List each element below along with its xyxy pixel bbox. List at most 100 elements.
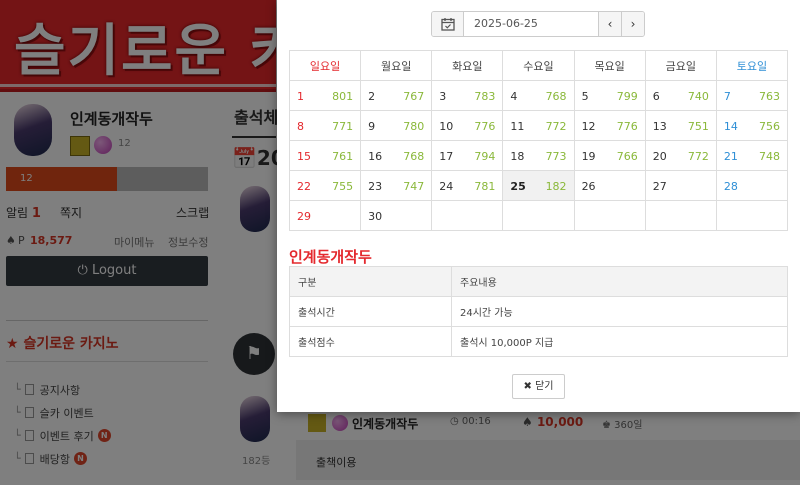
day-number: 14: [723, 120, 738, 133]
attendance-count: 747: [403, 180, 425, 193]
calendar-week-row: 22 755 23 747 24 781 25 182 26 27 28: [288, 170, 789, 201]
attendance-calendar: 일요일 월요일 화요일 수요일 목요일 금요일 토요일 1 801 2 767 3 783 4 768 5 7…: [288, 50, 789, 231]
calendar-day-cell[interactable]: 27: [644, 170, 717, 201]
calendar-day-cell[interactable]: 19 766: [573, 140, 646, 171]
calendar-day-cell[interactable]: 3 783: [431, 80, 504, 111]
attendance-count: 768: [403, 150, 425, 163]
day-number: 3: [439, 90, 447, 103]
close-icon: ✖: [523, 381, 532, 392]
calendar-day-cell[interactable]: 24 781: [431, 170, 504, 201]
next-month-button[interactable]: ›: [621, 12, 644, 36]
calendar-day-cell[interactable]: 28: [715, 170, 789, 201]
calendar-day-cell[interactable]: 12 776: [573, 110, 646, 141]
calendar-day-cell: [644, 200, 717, 231]
day-number: 30: [368, 210, 383, 223]
attendance-count: 756: [759, 120, 780, 133]
day-number: 12: [581, 120, 596, 133]
calendar-day-cell: [573, 200, 646, 231]
calendar-day-cell: [431, 200, 504, 231]
info-cell: 출석시간: [289, 296, 452, 327]
day-number: 26: [581, 180, 596, 193]
close-label: 닫기: [535, 381, 554, 392]
day-number: 7: [723, 90, 731, 103]
attendance-count: 773: [545, 150, 567, 163]
weekday-header: 일요일: [288, 50, 362, 81]
info-cell: 출석점수: [289, 326, 452, 357]
calendar-day-cell[interactable]: 2 767: [360, 80, 433, 111]
day-number: 27: [652, 180, 667, 193]
calendar-day-cell[interactable]: 1 801: [288, 80, 362, 111]
day-number: 19: [581, 150, 596, 163]
day-number: 4: [510, 90, 518, 103]
attendance-count: 740: [687, 90, 709, 103]
calendar-day-cell[interactable]: 14 756: [715, 110, 789, 141]
attendance-count: 801: [332, 90, 354, 103]
calendar-icon[interactable]: [432, 12, 464, 36]
info-row: 출석시간 24시간 가능: [289, 296, 788, 327]
weekday-header-row: 일요일 월요일 화요일 수요일 목요일 금요일 토요일: [288, 50, 789, 81]
calendar-day-cell[interactable]: 18 773: [502, 140, 575, 171]
attendance-count: 768: [545, 90, 567, 103]
prev-month-button[interactable]: ‹: [598, 12, 621, 36]
calendar-day-cell[interactable]: 16 768: [360, 140, 433, 171]
date-field[interactable]: 2025-06-25: [464, 12, 598, 36]
calendar-day-cell[interactable]: 8 771: [288, 110, 362, 141]
day-number: 23: [368, 180, 383, 193]
calendar-day-cell[interactable]: 11 772: [502, 110, 575, 141]
attendance-count: 781: [474, 180, 496, 193]
calendar-day-cell[interactable]: 26: [573, 170, 646, 201]
attendance-calendar-modal: 2025-06-25 ‹ › 일요일 월요일 화요일 수요일 목요일 금요일 토요일 1 80…: [277, 0, 800, 412]
day-number: 10: [439, 120, 454, 133]
calendar-body: 1 801 2 767 3 783 4 768 5 799 6 740 7 763 8 771 9 780 10 77…: [288, 80, 789, 231]
calendar-day-cell[interactable]: 17 794: [431, 140, 504, 171]
info-title: 인계동개작두: [289, 248, 372, 266]
attendance-count: 783: [474, 90, 496, 103]
day-number: 5: [581, 90, 589, 103]
calendar-week-row: 15 761 16 768 17 794 18 773 19 766 20 772 21 748: [288, 140, 789, 171]
close-button[interactable]: ✖ 닫기: [512, 374, 565, 399]
attendance-count: 772: [545, 120, 567, 133]
calendar-week-row: 8 771 9 780 10 776 11 772 12 776 13 751 14 756: [288, 110, 789, 141]
calendar-day-cell[interactable]: 7 763: [715, 80, 789, 111]
attendance-count: 799: [616, 90, 638, 103]
attendance-count: 794: [474, 150, 496, 163]
calendar-day-cell[interactable]: 13 751: [644, 110, 717, 141]
calendar-day-cell[interactable]: 29: [288, 200, 362, 231]
attendance-count: 767: [403, 90, 425, 103]
attendance-count: 776: [616, 120, 638, 133]
info-row: 출석점수 출석시 10,000P 지급: [289, 326, 788, 357]
attendance-count: 776: [474, 120, 496, 133]
attendance-count: 748: [759, 150, 780, 163]
attendance-count: 771: [332, 120, 354, 133]
attendance-count: 755: [332, 180, 354, 193]
calendar-day-cell[interactable]: 25 182: [502, 170, 575, 201]
info-header: 주요내용: [451, 266, 788, 297]
day-number: 17: [439, 150, 454, 163]
calendar-day-cell[interactable]: 22 755: [288, 170, 362, 201]
day-number: 18: [510, 150, 525, 163]
weekday-header: 토요일: [715, 50, 789, 81]
day-number: 8: [297, 120, 304, 133]
attendance-count: 182: [545, 180, 567, 193]
calendar-day-cell[interactable]: 4 768: [502, 80, 575, 111]
day-number: 29: [297, 210, 311, 223]
day-number: 1: [297, 90, 304, 103]
info-cell: 24시간 가능: [451, 296, 788, 327]
calendar-week-row: 29 30: [288, 200, 789, 231]
calendar-day-cell[interactable]: 30: [360, 200, 433, 231]
attendance-count: 751: [687, 120, 709, 133]
calendar-day-cell[interactable]: 15 761: [288, 140, 362, 171]
calendar-day-cell[interactable]: 5 799: [573, 80, 646, 111]
calendar-day-cell[interactable]: 21 748: [715, 140, 789, 171]
day-number: 15: [297, 150, 311, 163]
calendar-day-cell[interactable]: 23 747: [360, 170, 433, 201]
attendance-count: 766: [616, 150, 638, 163]
day-number: 13: [652, 120, 667, 133]
weekday-header: 목요일: [573, 50, 646, 81]
calendar-day-cell[interactable]: 9 780: [360, 110, 433, 141]
calendar-day-cell[interactable]: 10 776: [431, 110, 504, 141]
calendar-day-cell[interactable]: 6 740: [644, 80, 717, 111]
calendar-day-cell[interactable]: 20 772: [644, 140, 717, 171]
day-number: 24: [439, 180, 454, 193]
attendance-count: 763: [759, 90, 780, 103]
